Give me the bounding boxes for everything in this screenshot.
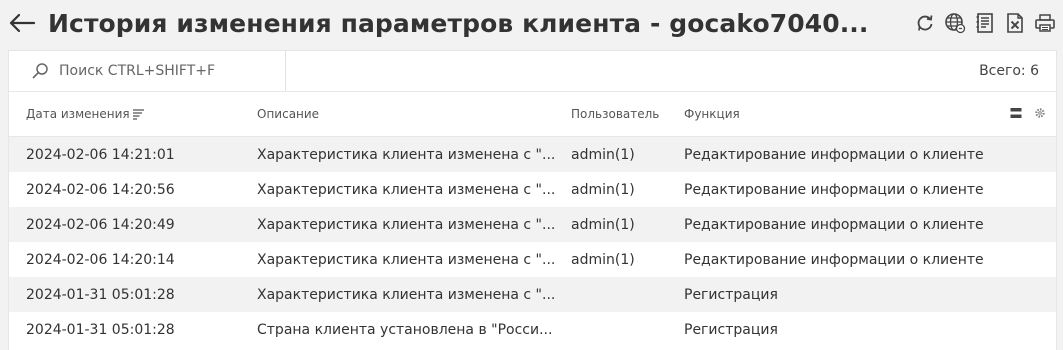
print-button[interactable]: [1033, 11, 1057, 35]
column-header-date-label: Дата изменения: [26, 107, 130, 121]
cell-date: 2024-02-06 14:20:14: [26, 252, 175, 268]
cell-user: admin(1): [571, 252, 635, 268]
arrow-left-icon: [9, 13, 36, 33]
print-icon: [1034, 14, 1055, 32]
header-tools: [1010, 107, 1046, 119]
column-chooser-icon[interactable]: [1010, 107, 1022, 119]
globe-icon: [944, 13, 965, 34]
table-row[interactable]: 2024-02-06 14:20:49 Характеристика клиен…: [9, 207, 1056, 242]
column-header-description[interactable]: Описание: [257, 107, 319, 121]
column-header-function-label: Функция: [684, 107, 740, 121]
table-row[interactable]: 2024-01-31 05:01:28 Характеристика клиен…: [9, 277, 1056, 312]
table-header: Дата изменения Описание Пользователь Фун…: [9, 92, 1056, 137]
column-header-user-label: Пользователь: [571, 107, 660, 121]
document-list-button[interactable]: [973, 11, 997, 35]
table-row[interactable]: 2024-02-06 14:20:56 Характеристика клиен…: [9, 172, 1056, 207]
search-input[interactable]: [59, 63, 279, 79]
table-row[interactable]: 2024-01-31 05:01:28 Страна клиента устан…: [9, 312, 1056, 347]
back-button[interactable]: [5, 6, 39, 40]
cell-date: 2024-02-06 14:20:49: [26, 217, 175, 233]
cell-function: Регистрация: [684, 287, 778, 303]
cell-user: admin(1): [571, 147, 635, 163]
column-header-description-label: Описание: [257, 107, 320, 121]
sort-icon: [132, 109, 144, 120]
column-header-function[interactable]: Функция: [684, 107, 740, 121]
table-row[interactable]: 2024-02-06 14:20:14 Характеристика клиен…: [9, 242, 1056, 277]
search-icon: [32, 63, 48, 79]
cell-user: admin(1): [571, 217, 635, 233]
header-actions: [913, 11, 1057, 35]
cell-date: 2024-01-31 05:01:28: [26, 287, 175, 303]
cell-function: Редактирование информации о клиенте: [684, 147, 984, 163]
history-panel: Всего: 6 Дата изменения Описание Пользов…: [8, 50, 1057, 350]
excel-export-button[interactable]: [1003, 11, 1027, 35]
total-count: Всего: 6: [979, 63, 1039, 79]
column-header-user[interactable]: Пользователь: [571, 107, 659, 121]
cell-description: Характеристика клиента изменена с "...: [257, 287, 556, 303]
column-header-date[interactable]: Дата изменения: [26, 107, 146, 121]
page-title: История изменения параметров клиента - g…: [48, 8, 869, 38]
cell-description: Характеристика клиента изменена с "...: [257, 182, 556, 198]
table-body: 2024-02-06 14:21:01 Характеристика клиен…: [9, 137, 1056, 347]
gear-icon[interactable]: [1034, 107, 1046, 119]
cell-user: admin(1): [571, 182, 635, 198]
cell-date: 2024-02-06 14:21:01: [26, 147, 175, 163]
cell-date: 2024-02-06 14:20:56: [26, 182, 175, 198]
table-row[interactable]: 2024-02-06 14:21:01 Характеристика клиен…: [9, 137, 1056, 172]
table-toolbar: Всего: 6: [9, 51, 1056, 92]
refresh-icon: [917, 15, 932, 31]
cell-description: Характеристика клиента изменена с "...: [257, 147, 556, 163]
cell-function: Редактирование информации о клиенте: [684, 217, 984, 233]
refresh-button[interactable]: [913, 11, 937, 35]
document-list-icon: [976, 13, 993, 33]
cell-description: Страна клиента установлена в "Росси...: [257, 322, 553, 338]
cell-function: Редактирование информации о клиенте: [684, 252, 984, 268]
cell-description: Характеристика клиента изменена с "...: [257, 252, 556, 268]
page-header: История изменения параметров клиента - g…: [0, 0, 1063, 46]
cell-function: Редактирование информации о клиенте: [684, 182, 984, 198]
search-box[interactable]: [9, 51, 286, 91]
excel-export-icon: [1006, 13, 1023, 33]
cell-function: Регистрация: [684, 322, 778, 338]
cell-description: Характеристика клиента изменена с "...: [257, 217, 556, 233]
language-button[interactable]: [943, 11, 967, 35]
cell-date: 2024-01-31 05:01:28: [26, 322, 175, 338]
